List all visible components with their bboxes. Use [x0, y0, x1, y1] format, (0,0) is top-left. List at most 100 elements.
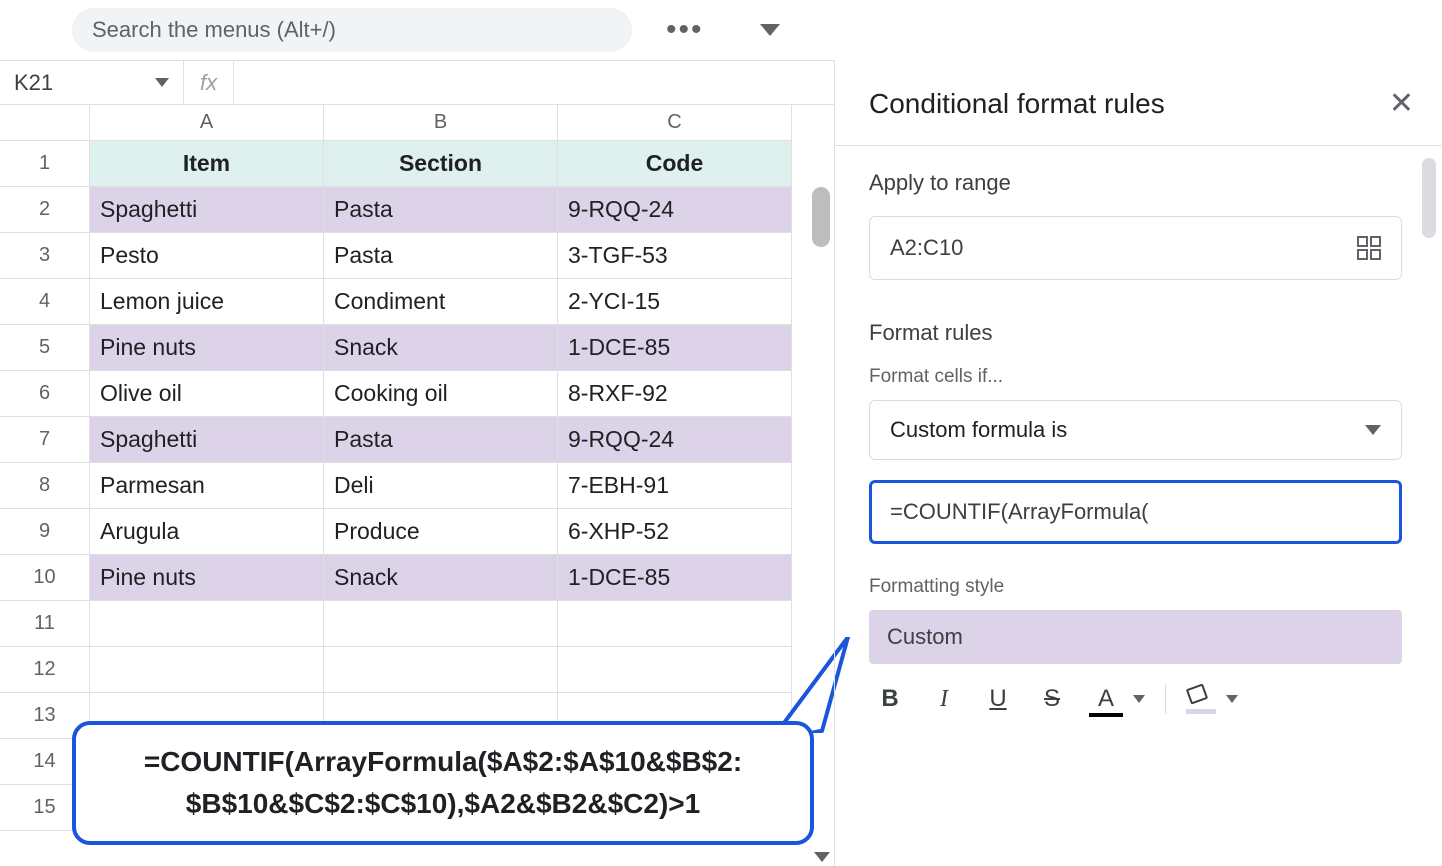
cell[interactable]	[324, 601, 558, 647]
cell[interactable]: 9-RQQ-24	[558, 417, 792, 463]
format-rules-label: Format rules	[869, 320, 1402, 346]
table-row: 4Lemon juiceCondiment2-YCI-15	[0, 279, 834, 325]
formula-bar-row: K21 fx	[0, 61, 834, 105]
format-toolbar: B I U S A	[869, 678, 1402, 720]
cell[interactable]: Pasta	[324, 417, 558, 463]
select-range-icon[interactable]	[1357, 236, 1381, 260]
chevron-down-icon[interactable]	[760, 24, 780, 36]
row-header[interactable]: 4	[0, 279, 90, 325]
cells-if-label: Format cells if...	[869, 366, 1402, 388]
row-header[interactable]: 9	[0, 509, 90, 555]
row-header[interactable]: 1	[0, 141, 90, 187]
cell[interactable]: 8-RXF-92	[558, 371, 792, 417]
table-row: 6Olive oilCooking oil8-RXF-92	[0, 371, 834, 417]
formula-callout: =COUNTIF(ArrayFormula($A$2:$A$10&$B$2: $…	[72, 721, 814, 845]
formula-input[interactable]	[234, 61, 834, 104]
range-input[interactable]: A2:C10	[869, 216, 1402, 280]
vertical-scrollbar[interactable]	[812, 187, 830, 247]
column-header[interactable]: B	[324, 105, 558, 141]
cell[interactable]: 9-RQQ-24	[558, 187, 792, 233]
cell[interactable]: 2-YCI-15	[558, 279, 792, 325]
cell[interactable]: Spaghetti	[90, 187, 324, 233]
cell[interactable]: Cooking oil	[324, 371, 558, 417]
cell[interactable]	[90, 601, 324, 647]
condition-dropdown[interactable]: Custom formula is	[869, 400, 1402, 460]
style-preview[interactable]: Custom	[869, 610, 1402, 664]
callout-line: =COUNTIF(ArrayFormula($A$2:$A$10&$B$2:	[94, 741, 792, 783]
cell[interactable]	[558, 647, 792, 693]
toolbar-overflow: •••	[666, 15, 780, 45]
row-header[interactable]: 5	[0, 325, 90, 371]
cell[interactable]	[558, 601, 792, 647]
row-header[interactable]: 12	[0, 647, 90, 693]
cell[interactable]: Parmesan	[90, 463, 324, 509]
cell[interactable]	[324, 647, 558, 693]
row-header[interactable]: 3	[0, 233, 90, 279]
header-cell[interactable]: Section	[324, 141, 558, 187]
cell[interactable]: Spaghetti	[90, 417, 324, 463]
bold-button[interactable]: B	[873, 685, 907, 713]
close-icon[interactable]: ✕	[1389, 86, 1414, 121]
table-row: 2SpaghettiPasta9-RQQ-24	[0, 187, 834, 233]
column-header[interactable]: C	[558, 105, 792, 141]
cell[interactable]: Olive oil	[90, 371, 324, 417]
row-header[interactable]: 2	[0, 187, 90, 233]
table-row: 11	[0, 601, 834, 647]
cell[interactable]: Snack	[324, 325, 558, 371]
cell[interactable]: Produce	[324, 509, 558, 555]
cell[interactable]: 7-EBH-91	[558, 463, 792, 509]
fx-label: fx	[184, 61, 234, 104]
cell[interactable]: Lemon juice	[90, 279, 324, 325]
formula-value: =COUNTIF(ArrayFormula(	[890, 499, 1149, 525]
cell[interactable]: 1-DCE-85	[558, 325, 792, 371]
italic-button[interactable]: I	[927, 686, 961, 713]
panel-scrollbar[interactable]	[1422, 158, 1436, 238]
toolbar: Search the menus (Alt+/) •••	[0, 0, 1442, 60]
header-cell[interactable]: Item	[90, 141, 324, 187]
menu-search-input[interactable]: Search the menus (Alt+/)	[72, 8, 632, 52]
cell[interactable]: Deli	[324, 463, 558, 509]
header-cell[interactable]: Code	[558, 141, 792, 187]
row-header[interactable]: 10	[0, 555, 90, 601]
custom-formula-input[interactable]: =COUNTIF(ArrayFormula(	[869, 480, 1402, 544]
table-row: 8ParmesanDeli7-EBH-91	[0, 463, 834, 509]
table-row: 5Pine nutsSnack1-DCE-85	[0, 325, 834, 371]
table-row: 10Pine nutsSnack1-DCE-85	[0, 555, 834, 601]
row-header[interactable]: 7	[0, 417, 90, 463]
cell[interactable]: Pine nuts	[90, 555, 324, 601]
strike-button[interactable]: S	[1035, 685, 1069, 713]
scroll-down-icon[interactable]	[814, 852, 830, 862]
chevron-down-icon[interactable]	[1133, 695, 1145, 703]
row-header[interactable]: 6	[0, 371, 90, 417]
cell[interactable]: 3-TGF-53	[558, 233, 792, 279]
cell[interactable]: Pasta	[324, 187, 558, 233]
formatting-style-label: Formatting style	[869, 576, 1402, 598]
conditional-format-panel: Conditional format rules ✕ Apply to rang…	[834, 60, 1442, 866]
cell[interactable]: Arugula	[90, 509, 324, 555]
cell[interactable]: Pesto	[90, 233, 324, 279]
cell[interactable]	[90, 647, 324, 693]
name-box-value: K21	[14, 70, 53, 96]
range-value: A2:C10	[890, 235, 963, 261]
cell[interactable]: 1-DCE-85	[558, 555, 792, 601]
row-header[interactable]: 11	[0, 601, 90, 647]
cell[interactable]: Pasta	[324, 233, 558, 279]
name-box[interactable]: K21	[0, 61, 184, 104]
column-header[interactable]: A	[90, 105, 324, 141]
table-row: 7SpaghettiPasta9-RQQ-24	[0, 417, 834, 463]
fill-color-button[interactable]	[1186, 686, 1216, 712]
table-row: 9ArugulaProduce6-XHP-52	[0, 509, 834, 555]
underline-button[interactable]: U	[981, 685, 1015, 713]
spreadsheet: K21 fx A B C 1ItemSectionCode2SpaghettiP…	[0, 60, 834, 866]
more-icon[interactable]: •••	[666, 15, 704, 45]
table-row: 12	[0, 647, 834, 693]
separator	[1165, 684, 1166, 714]
chevron-down-icon[interactable]	[1226, 695, 1238, 703]
cell[interactable]: Pine nuts	[90, 325, 324, 371]
cell[interactable]: Snack	[324, 555, 558, 601]
row-header[interactable]: 8	[0, 463, 90, 509]
cell[interactable]: Condiment	[324, 279, 558, 325]
text-color-button[interactable]: A	[1089, 685, 1123, 713]
cell[interactable]: 6-XHP-52	[558, 509, 792, 555]
select-all-corner[interactable]	[0, 105, 90, 141]
